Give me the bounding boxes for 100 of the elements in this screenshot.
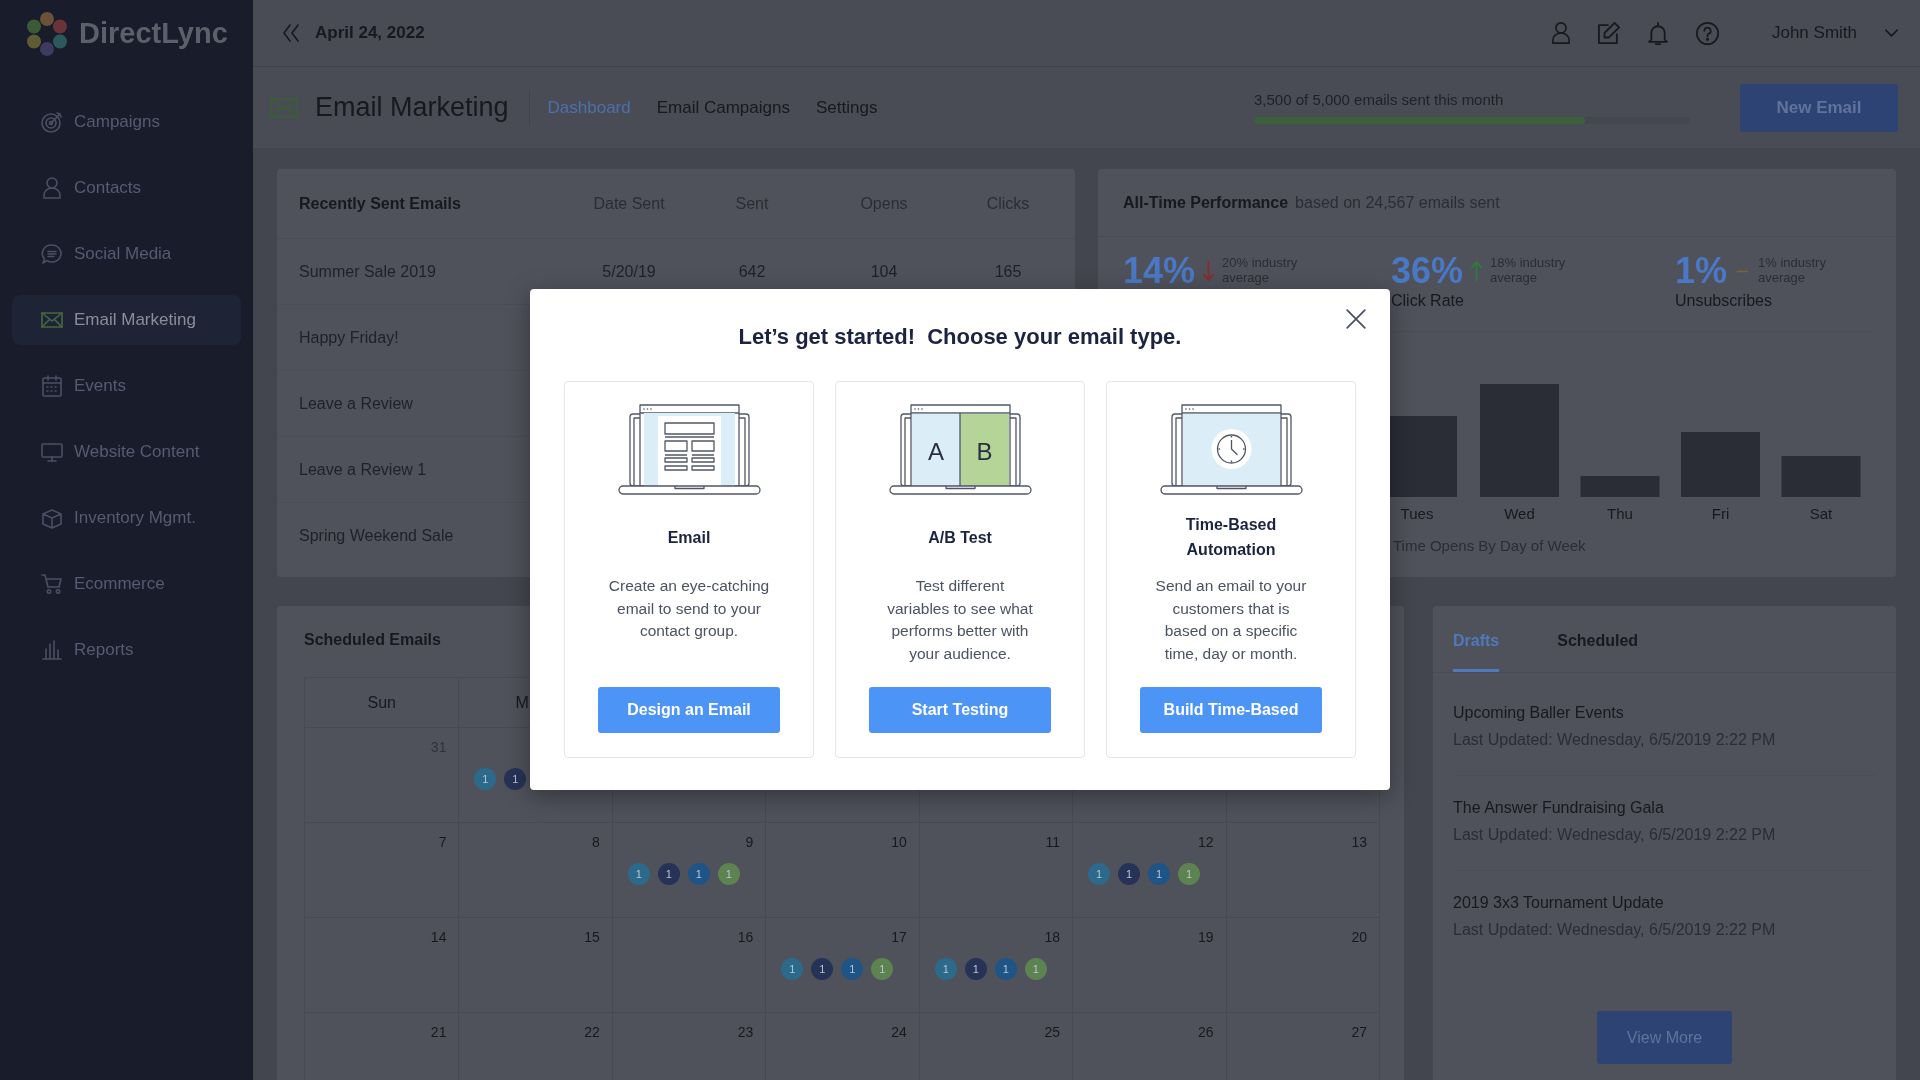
event-badge[interactable]: 1 xyxy=(657,863,680,885)
day-label: Fri xyxy=(1711,505,1730,522)
bell-icon[interactable] xyxy=(1647,21,1668,45)
event-badge[interactable]: 1 xyxy=(994,958,1017,980)
sidebar-item[interactable]: Ecommerce xyxy=(12,559,241,609)
event-badge[interactable]: 1 xyxy=(1118,863,1141,885)
monitor-icon xyxy=(40,440,64,464)
event-badge[interactable]: 1 xyxy=(627,863,650,885)
sidebar-item[interactable]: Website Content xyxy=(12,427,241,477)
person-icon xyxy=(40,176,64,200)
day-label: Tues xyxy=(1400,505,1434,522)
up-arrow-icon xyxy=(1471,260,1483,282)
option-card[interactable]: Email Create an eye-catching email to send to your contact group. Design an Email xyxy=(564,381,814,758)
down-arrow-icon xyxy=(1203,260,1215,282)
event-badge[interactable]: 1 xyxy=(811,958,834,980)
day-label: Wed xyxy=(1504,505,1535,522)
calendar-date: 15 xyxy=(584,928,600,946)
chat-bubble-icon xyxy=(40,242,64,266)
event-badge[interactable]: 1 xyxy=(871,958,894,980)
stat-label: Click Rate xyxy=(1391,291,1465,311)
dash-icon xyxy=(1735,269,1751,273)
draft-title[interactable]: 2019 3x3 Tournament Update xyxy=(1453,893,1664,913)
event-badge[interactable]: 1 xyxy=(934,958,957,980)
option-button[interactable]: Build Time-Based xyxy=(1140,687,1322,733)
calendar-date: 14 xyxy=(430,928,447,946)
target-icon xyxy=(40,110,64,134)
stat-value: 36% xyxy=(1391,251,1464,291)
sidebar-item[interactable]: Inventory Mgmt. xyxy=(12,493,241,543)
calendar-date: 22 xyxy=(584,1023,600,1041)
person-icon[interactable] xyxy=(1551,22,1570,44)
draft-title[interactable]: Upcoming Baller Events xyxy=(1453,703,1624,723)
calendar-date: 25 xyxy=(1044,1023,1061,1041)
calendar-date: 9 xyxy=(745,833,754,851)
calendar-date: 16 xyxy=(737,928,754,946)
collapse-icon[interactable] xyxy=(283,24,299,42)
option-button[interactable]: Design an Email xyxy=(598,687,780,733)
event-badge[interactable]: 1 xyxy=(687,863,710,885)
tab[interactable]: Drafts xyxy=(1453,631,1500,672)
dialog-title: Let’s get started! Choose your email type. xyxy=(738,323,1182,351)
calendar-date: 8 xyxy=(592,833,600,851)
weekday-header: M xyxy=(515,693,529,712)
close-icon[interactable] xyxy=(1346,309,1366,329)
event-badge[interactable]: 1 xyxy=(1178,863,1201,885)
event-badge[interactable]: 1 xyxy=(504,768,527,790)
tab[interactable]: Scheduled xyxy=(1557,631,1639,672)
event-badge[interactable]: 1 xyxy=(1088,863,1111,885)
bar-chart-icon xyxy=(40,638,64,662)
event-badge[interactable]: 1 xyxy=(1148,863,1171,885)
calendar-date: 26 xyxy=(1198,1023,1214,1041)
stat-value: 14% xyxy=(1123,251,1196,291)
card-title: Scheduled Emails xyxy=(304,630,441,650)
table-title: Recently Sent Emails xyxy=(299,194,462,213)
calendar-date: 24 xyxy=(891,1023,907,1041)
option-title: Email xyxy=(667,527,711,548)
option-title: Time-Based Automation xyxy=(1184,515,1278,560)
stat-label: Unsubscribes xyxy=(1675,291,1773,311)
calendar-date: 11 xyxy=(1045,833,1061,851)
tab[interactable]: Dashboard xyxy=(547,93,631,122)
calendar-date: 21 xyxy=(430,1023,447,1041)
event-badge[interactable]: 1 xyxy=(474,768,497,790)
event-badge[interactable]: 1 xyxy=(781,958,804,980)
sidebar-item[interactable]: Events xyxy=(12,361,241,411)
option-card[interactable]: Time-Based Automation Send an email to your customers that is based on a specific time, day or month. Build Time-Based xyxy=(1106,381,1356,758)
calendar-date: 10 xyxy=(891,833,907,851)
option-description: Test different variables to see what performs better with your audience. xyxy=(887,576,1033,664)
event-badge[interactable]: 1 xyxy=(841,958,864,980)
card-title: All-Time Performance xyxy=(1123,193,1289,212)
box-icon xyxy=(40,506,64,530)
sidebar-item[interactable]: Social Media xyxy=(12,229,241,279)
variant-letter: B xyxy=(976,438,992,465)
weekday-header: Sun xyxy=(367,693,396,712)
calendar-date: 17 xyxy=(891,928,907,946)
variant-letter: A xyxy=(927,438,944,465)
logo-text: DirectLync xyxy=(79,17,228,50)
day-label: Thu xyxy=(1607,505,1633,522)
calendar-date: 18 xyxy=(1044,928,1061,946)
event-badge[interactable]: 1 xyxy=(1024,958,1047,980)
event-badge[interactable]: 1 xyxy=(717,863,740,885)
sidebar-item[interactable]: Email Marketing xyxy=(12,295,241,345)
calendar-date: 27 xyxy=(1351,1023,1367,1041)
sidebar-item[interactable]: Campaigns xyxy=(12,97,241,147)
option-title: A/B Test xyxy=(928,527,992,548)
chevron-down-icon[interactable] xyxy=(1885,29,1898,37)
sidebar-item[interactable]: Reports xyxy=(12,625,241,675)
event-badge[interactable]: 1 xyxy=(964,958,987,980)
option-card[interactable]: A B A/B Test Test different variables to see what performs better with your audience. Start Testing xyxy=(835,381,1085,758)
sidebar-item[interactable]: Contacts xyxy=(12,163,241,213)
option-button[interactable]: Start Testing xyxy=(869,687,1051,733)
stat-value: 1% xyxy=(1675,251,1728,291)
help-icon[interactable] xyxy=(1695,21,1719,45)
edit-icon[interactable] xyxy=(1597,22,1620,44)
calendar-date: 23 xyxy=(737,1023,754,1041)
calendar-date: 20 xyxy=(1351,928,1367,946)
option-description: Create an eye-catching email to send to your contact group. xyxy=(608,576,770,641)
calendar-date: 7 xyxy=(438,833,447,851)
envelope-icon xyxy=(270,97,298,118)
calendar-date: 13 xyxy=(1351,833,1367,851)
cart-icon xyxy=(40,572,64,596)
draft-title[interactable]: The Answer Fundraising Gala xyxy=(1453,798,1664,818)
option-description: Send an email to your customers that is based on a specific time, day or month. xyxy=(1155,576,1307,664)
